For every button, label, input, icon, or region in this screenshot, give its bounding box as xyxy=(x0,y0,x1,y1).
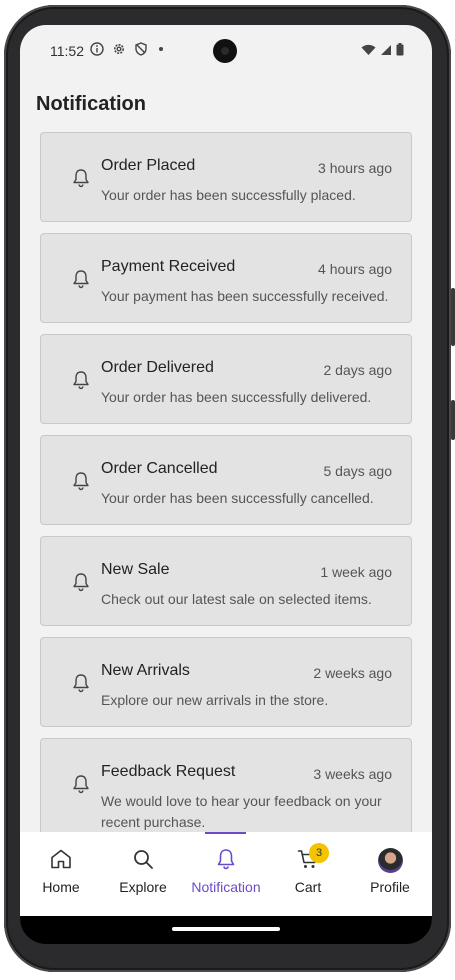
dot-icon xyxy=(156,42,166,61)
notification-time: 5 days ago xyxy=(323,463,393,479)
power-button xyxy=(451,400,455,440)
bell-icon xyxy=(72,673,90,693)
notification-card[interactable]: Order Cancelled 5 days ago Your order ha… xyxy=(40,435,412,525)
nav-item-cart[interactable]: Cart xyxy=(267,832,349,916)
notification-list[interactable]: Order Placed 3 hours ago Your order has … xyxy=(40,132,412,849)
notification-card[interactable]: New Arrivals 2 weeks ago Explore our new… xyxy=(40,637,412,727)
signal-icon xyxy=(380,43,392,61)
notification-time: 3 weeks ago xyxy=(313,766,392,782)
nav-item-home[interactable]: Home xyxy=(20,832,102,916)
notification-title: Order Placed xyxy=(101,157,196,174)
nav-item-notification[interactable]: Notification xyxy=(185,832,267,916)
notification-card[interactable]: Feedback Request 3 weeks ago We would lo… xyxy=(40,738,412,838)
notification-card[interactable]: Order Placed 3 hours ago Your order has … xyxy=(40,132,412,222)
notification-message: Your payment has been successfully recei… xyxy=(101,288,389,304)
home-icon xyxy=(49,847,73,871)
bell-icon xyxy=(72,471,90,491)
notification-time: 3 hours ago xyxy=(318,160,392,176)
notification-title: Order Cancelled xyxy=(101,460,218,477)
nav-label-cart: Cart xyxy=(294,879,322,895)
battery-icon xyxy=(396,43,404,61)
bell-icon xyxy=(72,168,90,188)
nav-item-profile[interactable]: Profile xyxy=(349,832,431,916)
notification-card[interactable]: Order Delivered 2 days ago Your order ha… xyxy=(40,334,412,424)
gesture-area xyxy=(20,916,432,944)
bottom-nav: Home Explore Notification Cart Profile xyxy=(20,832,432,916)
status-icons-left xyxy=(90,42,166,61)
notification-time: 1 week ago xyxy=(320,564,392,580)
avatar[interactable] xyxy=(378,848,403,873)
front-camera xyxy=(213,39,237,63)
screen: 11:52 Notification Order Placed 3 hours … xyxy=(20,25,432,943)
nav-label-explore: Explore xyxy=(119,879,167,895)
active-tab-indicator xyxy=(205,832,246,834)
home-gesture-bar[interactable] xyxy=(172,927,280,931)
nav-label-profile: Profile xyxy=(370,879,410,895)
bell-icon xyxy=(72,370,90,390)
volume-button xyxy=(451,288,455,346)
settings-icon xyxy=(112,42,126,61)
notification-time: 2 days ago xyxy=(323,362,393,378)
page-title: Notification xyxy=(36,93,146,115)
wifi-icon xyxy=(361,43,376,61)
nav-label-notification: Notification xyxy=(191,879,261,895)
cart-badge: 3 xyxy=(309,843,329,863)
notification-message: Check out our latest sale on selected it… xyxy=(101,591,372,607)
status-time: 11:52 xyxy=(50,43,84,59)
nav-label-home: Home xyxy=(42,879,80,895)
info-icon xyxy=(90,42,104,61)
notification-message: Explore our new arrivals in the store. xyxy=(101,692,329,708)
bell-icon xyxy=(214,847,238,871)
notification-title: New Sale xyxy=(101,561,170,578)
notification-card[interactable]: Payment Received 4 hours ago Your paymen… xyxy=(40,233,412,323)
notification-title: New Arrivals xyxy=(101,662,190,679)
device-frame: 11:52 Notification Order Placed 3 hours … xyxy=(0,0,455,980)
shield-icon xyxy=(134,42,148,61)
bell-icon xyxy=(72,572,90,592)
notification-title: Feedback Request xyxy=(101,763,236,780)
notification-time: 2 weeks ago xyxy=(313,665,392,681)
notification-message: Your order has been successfully placed. xyxy=(101,187,356,203)
notification-message: Your order has been successfully cancell… xyxy=(101,490,374,506)
nav-item-explore[interactable]: Explore xyxy=(102,832,184,916)
search-icon xyxy=(131,847,155,871)
status-icons-right xyxy=(361,43,404,61)
notification-message: We would love to hear your feedback on y… xyxy=(101,793,382,830)
notification-message: Your order has been successfully deliver… xyxy=(101,389,372,405)
bell-icon xyxy=(72,774,90,794)
status-bar: 11:52 xyxy=(20,25,432,77)
notification-title: Payment Received xyxy=(101,258,236,275)
bell-icon xyxy=(72,269,90,289)
notification-title: Order Delivered xyxy=(101,359,214,376)
notification-time: 4 hours ago xyxy=(318,261,392,277)
notification-card[interactable]: New Sale 1 week ago Check out our latest… xyxy=(40,536,412,626)
